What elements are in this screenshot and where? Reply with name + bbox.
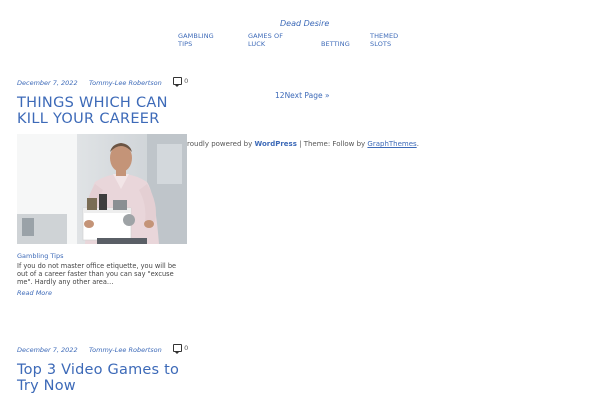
comments-link[interactable]: 0 <box>173 77 189 87</box>
post-title-link[interactable]: THINGS WHICH CAN KILL YOUR CAREER <box>17 95 187 127</box>
site-title-link[interactable]: Dead Desire <box>280 19 329 28</box>
read-more-link[interactable]: Read More <box>17 289 52 297</box>
wordpress-link[interactable]: WordPress <box>254 140 296 148</box>
nav-item-themed-slots[interactable]: THEMED SLOTS <box>370 32 410 48</box>
post-meta: December 7, 2022 Tommy-Lee Robertson 0 <box>17 344 188 354</box>
nav-item-games-of-luck[interactable]: GAMES OF LUCK <box>248 32 298 48</box>
category-link[interactable]: Gambling Tips <box>17 252 64 260</box>
footer-suffix: . <box>416 140 419 148</box>
nav-item-betting[interactable]: BETTING <box>321 40 361 48</box>
post-thumbnail[interactable] <box>17 134 187 244</box>
comments-link[interactable]: 0 <box>173 344 189 354</box>
post-title-link[interactable]: Top 3 Video Games to Try Now <box>17 362 187 394</box>
man-holding-box-image <box>17 134 187 244</box>
post-meta: December 7, 2022 Tommy-Lee Robertson 0 <box>17 77 188 87</box>
comment-count: 0 <box>184 344 189 352</box>
site-footer: roudly powered by WordPress | Theme: Fol… <box>187 140 419 148</box>
page: Dead Desire GAMBLING TIPS GAMES OF LUCK … <box>0 0 600 400</box>
footer-middle: | Theme: Follow by <box>296 140 368 148</box>
post-date-link[interactable]: December 7, 2022 <box>17 79 78 87</box>
comment-bubble-icon <box>173 344 182 354</box>
post-excerpt: If you do not master office etiquette, y… <box>17 262 177 286</box>
post-author-link[interactable]: Tommy-Lee Robertson <box>89 79 162 87</box>
nav-item-gambling-tips[interactable]: GAMBLING TIPS <box>178 32 228 48</box>
post-author-link[interactable]: Tommy-Lee Robertson <box>89 346 162 354</box>
next-page-link[interactable]: Next Page » <box>285 91 330 100</box>
post-date-link[interactable]: December 7, 2022 <box>17 346 78 354</box>
comment-count: 0 <box>184 77 189 85</box>
footer-prefix: roudly powered by <box>187 140 255 148</box>
comment-bubble-icon <box>173 77 182 87</box>
pagination: 12Next Page » <box>275 91 330 100</box>
graphthemes-link[interactable]: GraphThemes <box>367 140 416 148</box>
